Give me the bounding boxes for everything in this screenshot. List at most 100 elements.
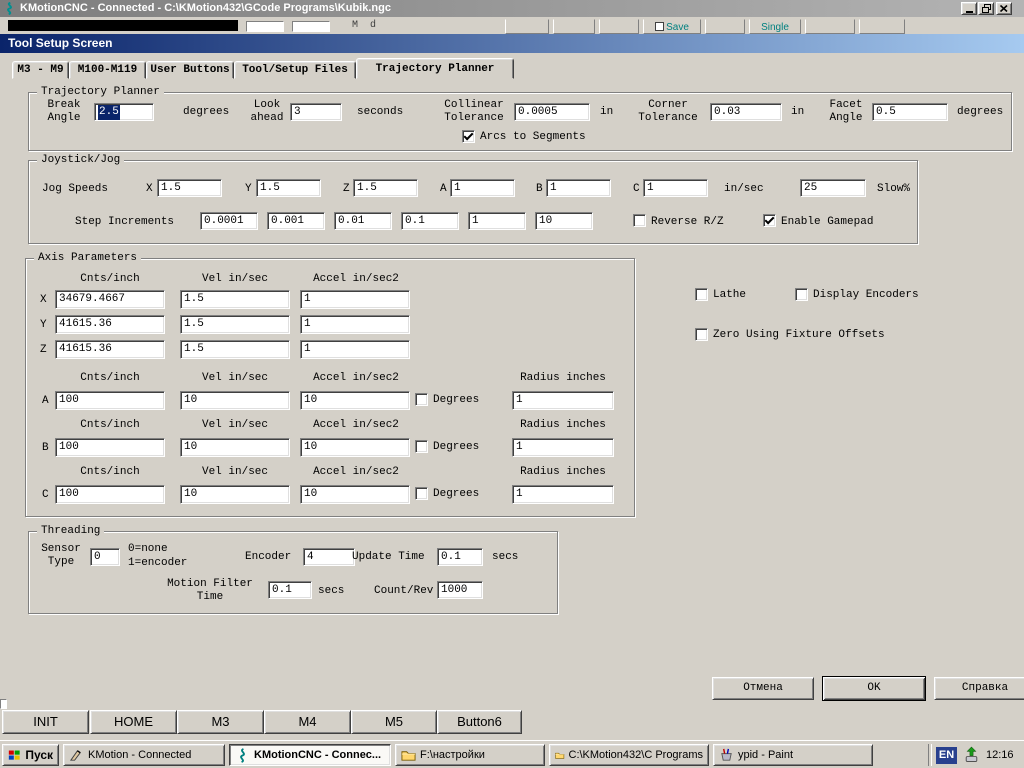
c-accel-input[interactable]: 10 — [300, 485, 410, 504]
x-vel-input[interactable]: 1.5 — [180, 290, 290, 309]
a-degrees-checkbox[interactable] — [415, 393, 428, 406]
taskbar-item-kmotion[interactable]: KMotion - Connected — [63, 744, 225, 766]
taskbar-item-nastroyki-folder[interactable]: F:\настройки — [395, 744, 545, 766]
clipped-label: M d — [352, 20, 377, 31]
count-rev-input[interactable]: 1000 — [437, 581, 483, 599]
jog-speed-c-input[interactable]: 1 — [643, 179, 708, 197]
jog-speed-b-input[interactable]: 1 — [546, 179, 611, 197]
input-value: 1.5 — [161, 182, 181, 194]
step-increment-5-input[interactable]: 1 — [468, 212, 526, 230]
axis-c-label: C — [633, 183, 640, 195]
y-accel-input[interactable]: 1 — [300, 315, 410, 334]
start-button[interactable]: Пуск — [2, 744, 59, 766]
facet-angle-input[interactable]: 0.5 — [872, 103, 948, 121]
ok-button[interactable]: OK — [822, 676, 926, 701]
encoder-input[interactable]: 4 — [303, 548, 355, 566]
tab-trajectory-planner[interactable]: Trajectory Planner — [356, 58, 514, 79]
motion-filter-time-input[interactable]: 0.1 — [268, 581, 312, 599]
b-cnts-input[interactable]: 100 — [55, 438, 165, 457]
zero-fixture-offsets-checkbox[interactable] — [695, 328, 708, 341]
minimize-button[interactable] — [961, 2, 977, 15]
m4-button[interactable]: M4 — [264, 710, 351, 734]
m3-button[interactable]: M3 — [177, 710, 264, 734]
taskbar-item-kmotion432-folder[interactable]: C:\KMotion432\C Programs — [549, 744, 709, 766]
slow-percent-label: Slow% — [877, 183, 911, 195]
look-ahead-input[interactable]: 3 — [290, 103, 342, 121]
display-encoders-checkbox[interactable] — [795, 288, 808, 301]
step-increment-3-input[interactable]: 0.01 — [334, 212, 392, 230]
m5-button[interactable]: M5 — [351, 710, 437, 734]
input-value: 0.1 — [405, 215, 425, 227]
y-vel-input[interactable]: 1.5 — [180, 315, 290, 334]
tab-m100-m119[interactable]: M100-M119 — [69, 61, 146, 79]
b-accel-input[interactable]: 10 — [300, 438, 410, 457]
taskbar-item-paint[interactable]: ypid - Paint — [713, 744, 873, 766]
m5-button-label: M5 — [384, 714, 404, 729]
taskbar-item-kmotioncnc[interactable]: KMotionCNC - Connec... — [229, 744, 391, 766]
restore-button[interactable] — [978, 2, 994, 15]
close-button[interactable] — [996, 2, 1012, 15]
home-button-label: HOME — [114, 714, 153, 729]
step-increment-4-input[interactable]: 0.1 — [401, 212, 459, 230]
b-vel-input[interactable]: 10 — [180, 438, 290, 457]
b-degrees-checkbox[interactable] — [415, 440, 428, 453]
input-value: 3 — [294, 106, 301, 118]
b-radius-input[interactable]: 1 — [512, 438, 614, 457]
lathe-checkbox[interactable] — [695, 288, 708, 301]
y-cnts-input[interactable]: 41615.36 — [55, 315, 165, 334]
x-accel-input[interactable]: 1 — [300, 290, 410, 309]
update-time-input[interactable]: 0.1 — [437, 548, 483, 566]
language-indicator[interactable]: EN — [936, 747, 957, 764]
jog-speed-x-input[interactable]: 1.5 — [157, 179, 222, 197]
background-button[interactable] — [859, 19, 905, 34]
step-increment-1-input[interactable]: 0.0001 — [200, 212, 258, 230]
break-angle-input[interactable]: 2.5 — [94, 103, 154, 121]
a-accel-input[interactable]: 10 — [300, 391, 410, 410]
collinear-tolerance-input[interactable]: 0.0005 — [514, 103, 590, 121]
enable-gamepad-checkbox[interactable] — [763, 214, 776, 227]
step-increment-2-input[interactable]: 0.001 — [267, 212, 325, 230]
save-background-button[interactable]: Save — [643, 19, 701, 34]
a-cnts-input[interactable]: 100 — [55, 391, 165, 410]
sensor-type-label: Sensor Type — [41, 543, 81, 568]
init-button[interactable]: INIT — [2, 710, 89, 734]
button6-button[interactable]: Button6 — [437, 710, 522, 734]
sensor-type-input[interactable]: 0 — [90, 548, 120, 566]
step-increment-6-input[interactable]: 10 — [535, 212, 593, 230]
background-button[interactable] — [705, 19, 745, 34]
readout-box — [292, 21, 330, 32]
a-vel-input[interactable]: 10 — [180, 391, 290, 410]
a-radius-input[interactable]: 1 — [512, 391, 614, 410]
x-cnts-input[interactable]: 34679.4667 — [55, 290, 165, 309]
corner-tolerance-input[interactable]: 0.03 — [710, 103, 782, 121]
jog-speed-a-input[interactable]: 1 — [450, 179, 515, 197]
reverse-rz-checkbox[interactable] — [633, 214, 646, 227]
c-degrees-checkbox[interactable] — [415, 487, 428, 500]
accel-header: Accel in/sec2 — [313, 466, 399, 478]
background-button[interactable] — [599, 19, 639, 34]
home-button[interactable]: HOME — [90, 710, 177, 734]
z-vel-input[interactable]: 1.5 — [180, 340, 290, 359]
background-button[interactable] — [805, 19, 855, 34]
safely-remove-icon[interactable] — [963, 746, 980, 763]
corner-tolerance-unit: in — [791, 106, 805, 118]
background-button[interactable] — [553, 19, 595, 34]
jog-speed-y-input[interactable]: 1.5 — [256, 179, 321, 197]
c-vel-input[interactable]: 10 — [180, 485, 290, 504]
single-background-button[interactable]: Single — [749, 19, 801, 34]
c-cnts-input[interactable]: 100 — [55, 485, 165, 504]
c-radius-input[interactable]: 1 — [512, 485, 614, 504]
window-edge-notch — [0, 699, 7, 709]
tab-m3-m9[interactable]: M3 - M9 — [12, 61, 69, 79]
z-cnts-input[interactable]: 41615.36 — [55, 340, 165, 359]
cancel-button[interactable]: Отмена — [712, 677, 814, 700]
arcs-to-segments-checkbox[interactable] — [462, 130, 475, 143]
help-button[interactable]: Справка — [934, 677, 1024, 700]
tab-tool-setup-files[interactable]: Tool/Setup Files — [234, 61, 356, 79]
jog-speed-z-input[interactable]: 1.5 — [353, 179, 418, 197]
slow-percent-input[interactable]: 25 — [800, 179, 866, 197]
z-accel-input[interactable]: 1 — [300, 340, 410, 359]
tab-user-buttons[interactable]: User Buttons — [146, 61, 234, 79]
dialog-titlebar[interactable]: Tool Setup Screen — [0, 34, 1024, 53]
background-button[interactable] — [505, 19, 549, 34]
